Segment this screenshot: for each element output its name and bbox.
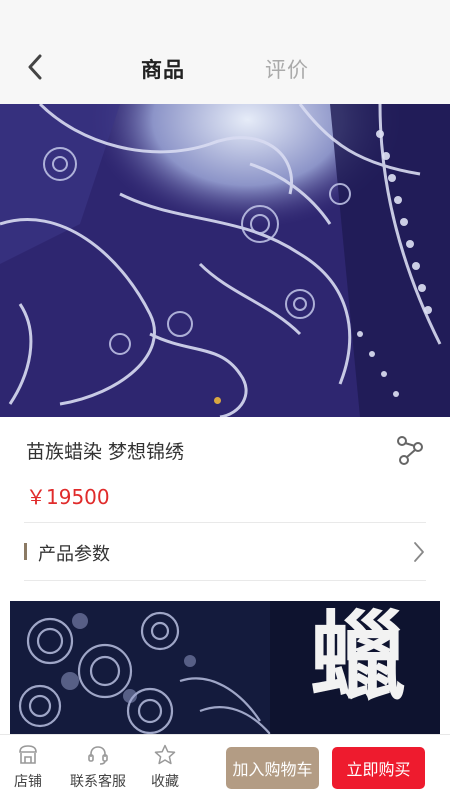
divider (24, 580, 426, 581)
share-icon (397, 436, 423, 465)
params-label: 产品参数 (38, 544, 110, 565)
chevron-right-icon (414, 542, 424, 562)
product-title-row: 苗族蜡染 梦想锦绣 (0, 417, 450, 477)
add-to-cart-button[interactable]: 加入购物车 (226, 747, 319, 789)
headset-icon (88, 746, 108, 765)
shop-button[interactable]: 店铺 (14, 742, 42, 791)
banner-calligraphy: 蠟 (310, 601, 406, 713)
shop-icon (19, 745, 37, 764)
bottom-action-bar: 店铺 联系客服 收藏 加入购物车 立即购买 (0, 734, 450, 800)
chevron-left-icon (28, 54, 42, 80)
detail-banner-image: 蠟 (10, 601, 440, 734)
section-marker (24, 543, 27, 560)
status-bar (0, 0, 450, 28)
top-nav: 商品 评价 (0, 28, 450, 104)
carousel-indicator-dot (214, 397, 221, 404)
favorite-label: 收藏 (151, 774, 179, 790)
tab-reviews[interactable]: 评价 (265, 54, 309, 84)
product-image-carousel[interactable] (0, 104, 450, 417)
share-button[interactable] (392, 433, 426, 467)
star-icon (154, 744, 176, 765)
back-button[interactable] (18, 50, 52, 84)
product-params-row[interactable]: 产品参数 (24, 523, 426, 581)
product-price: ￥19500 (26, 485, 110, 509)
batik-product-image (0, 104, 450, 417)
shop-label: 店铺 (14, 774, 42, 790)
tab-product[interactable]: 商品 (141, 54, 185, 84)
buy-now-button[interactable]: 立即购买 (332, 747, 425, 789)
product-title: 苗族蜡染 梦想锦绣 (26, 441, 185, 463)
favorite-button[interactable]: 收藏 (151, 742, 179, 791)
customer-service-label: 联系客服 (70, 774, 126, 790)
customer-service-button[interactable]: 联系客服 (70, 742, 126, 791)
